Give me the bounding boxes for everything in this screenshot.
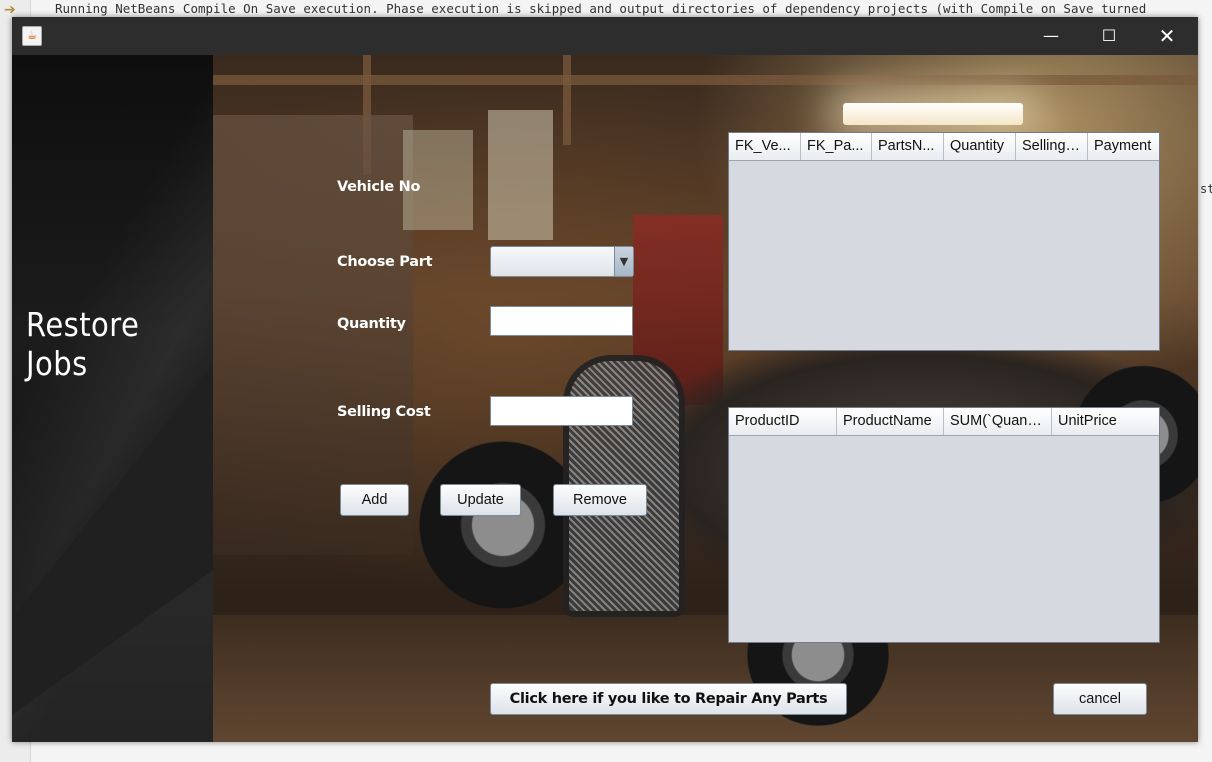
vehicle-no-label: Vehicle No (337, 179, 421, 195)
close-button[interactable]: ✕ (1138, 17, 1196, 55)
ceiling-light (843, 103, 1023, 125)
column-header-fk-part[interactable]: FK_Pa... (801, 133, 872, 160)
title-bar[interactable]: ☕ — ☐ ✕ (12, 17, 1198, 55)
quantity-field[interactable] (490, 306, 633, 336)
table-header: ProductID ProductName SUM(`Quanti... Uni… (729, 408, 1159, 436)
column-header-quantity[interactable]: Quantity (944, 133, 1016, 160)
column-header-fk-vehicle[interactable]: FK_Ve... (729, 133, 801, 160)
cancel-button[interactable]: cancel (1053, 683, 1147, 715)
run-arrow-icon: ➔ (4, 2, 16, 18)
repair-parts-button[interactable]: Click here if you like to Repair Any Par… (490, 683, 847, 715)
update-button[interactable]: Update (440, 484, 521, 516)
selling-cost-label: Selling Cost (337, 404, 431, 420)
page-title: Restore Jobs (26, 305, 140, 383)
table-header: FK_Ve... FK_Pa... PartsN... Quantity Sel… (729, 133, 1159, 161)
ceiling-beam (213, 75, 1198, 85)
ide-output-fragment: st (1200, 182, 1212, 196)
wall-poster (488, 110, 553, 240)
remove-button[interactable]: Remove (553, 484, 647, 516)
selling-cost-field[interactable] (490, 396, 633, 426)
title-panel: Restore Jobs (12, 55, 213, 742)
restore-jobs-window: ☕ — ☐ ✕ Restore Jobs Vehicle No Choose P… (12, 17, 1198, 742)
column-header-selling-cost[interactable]: Selling ... (1016, 133, 1088, 160)
column-header-parts-name[interactable]: PartsN... (872, 133, 944, 160)
ceiling-beam (563, 55, 571, 145)
column-header-product-name[interactable]: ProductName (837, 408, 944, 435)
window-content: Restore Jobs Vehicle No Choose Part Quan… (12, 55, 1198, 742)
java-app-icon: ☕ (22, 26, 42, 46)
choose-part-label: Choose Part (337, 254, 433, 270)
column-header-unit-price[interactable]: UnitPrice (1052, 408, 1159, 435)
column-header-payment[interactable]: Payment (1088, 133, 1159, 160)
add-button[interactable]: Add (340, 484, 409, 516)
column-header-product-id[interactable]: ProductID (729, 408, 837, 435)
ide-output-line: Running NetBeans Compile On Save executi… (55, 1, 1147, 16)
restore-jobs-table[interactable]: FK_Ve... FK_Pa... PartsN... Quantity Sel… (728, 132, 1160, 351)
minimize-button[interactable]: — (1022, 17, 1080, 55)
choose-part-combobox[interactable]: ▼ (490, 246, 634, 277)
column-header-sum-quantity[interactable]: SUM(`Quanti... (944, 408, 1052, 435)
maximize-button[interactable]: ☐ (1080, 17, 1138, 55)
chevron-down-icon[interactable]: ▼ (614, 247, 633, 276)
parts-summary-table[interactable]: ProductID ProductName SUM(`Quanti... Uni… (728, 407, 1160, 643)
quantity-label: Quantity (337, 316, 406, 332)
